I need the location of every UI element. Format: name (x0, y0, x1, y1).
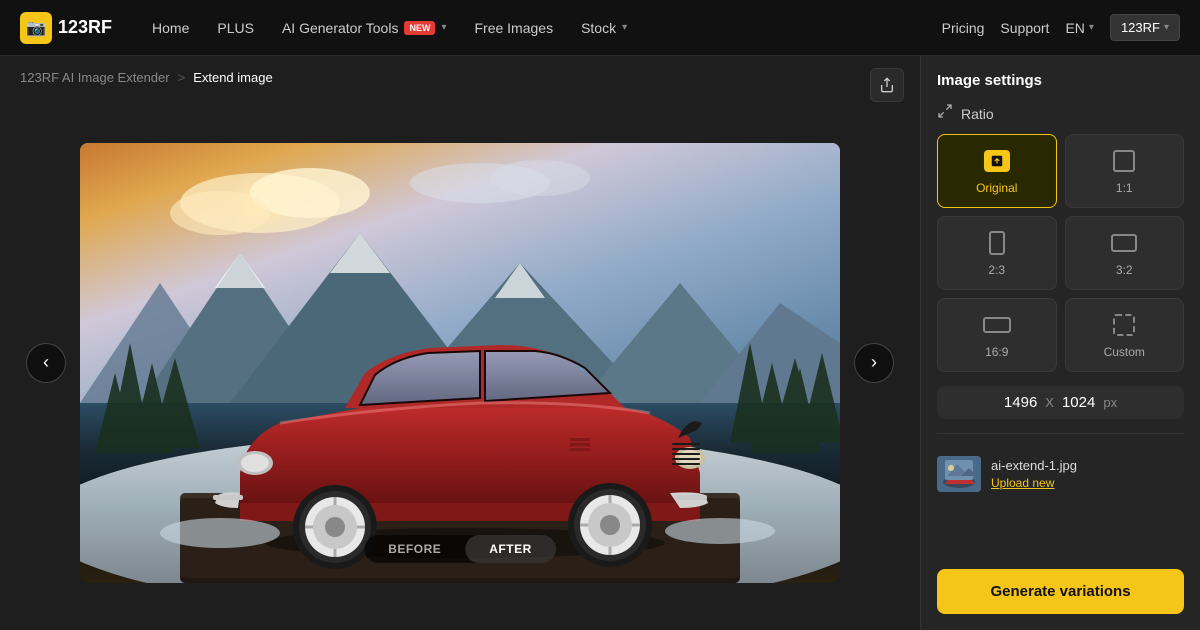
square-ratio-icon (1110, 147, 1138, 175)
nav-item-free-images[interactable]: Free Images (462, 14, 565, 42)
dimension-width: 1496 (1004, 394, 1037, 411)
navbar: 📷 123RF Home PLUS AI Generator Tools NEW… (0, 0, 1200, 56)
next-image-button[interactable]: › (854, 343, 894, 383)
file-thumbnail (937, 456, 981, 492)
breadcrumb-separator: > (178, 70, 186, 85)
ratio-3-2-button[interactable]: 3:2 (1065, 216, 1185, 290)
main-content: 123RF AI Image Extender > Extend image ‹ (0, 56, 1200, 630)
file-info: ai-extend-1.jpg Upload new (937, 448, 1184, 500)
breadcrumb-parent[interactable]: 123RF AI Image Extender (20, 70, 170, 85)
nav-item-home[interactable]: Home (140, 14, 201, 42)
nav-items: Home PLUS AI Generator Tools NEW ▾ Free … (140, 14, 942, 42)
after-button[interactable]: AFTER (465, 535, 556, 563)
car-scene (80, 143, 840, 583)
divider (937, 433, 1184, 434)
portrait-ratio-icon (983, 229, 1011, 257)
dimension-separator: X (1045, 395, 1054, 410)
logo[interactable]: 📷 123RF (20, 12, 112, 44)
ratio-icon (937, 103, 953, 124)
ratio-16-9-button[interactable]: 16:9 (937, 298, 1057, 372)
dimensions-display: 1496 X 1024 px (937, 386, 1184, 419)
nav-right: Pricing Support EN ▾ 123RF ▾ (942, 14, 1180, 41)
nav-language[interactable]: EN ▾ (1065, 20, 1093, 36)
wide-ratio-icon (983, 311, 1011, 339)
dimension-height: 1024 (1062, 394, 1095, 411)
image-display: BEFORE AFTER (80, 143, 840, 583)
ratio-custom-button[interactable]: Custom (1065, 298, 1185, 372)
breadcrumb: 123RF AI Image Extender > Extend image (0, 56, 920, 95)
prev-image-button[interactable]: ‹ (26, 343, 66, 383)
before-button[interactable]: BEFORE (364, 535, 465, 563)
original-icon (983, 147, 1011, 175)
nav-support[interactable]: Support (1000, 20, 1049, 36)
image-area: ‹ (10, 95, 910, 630)
chevron-down-icon-stock: ▾ (622, 22, 627, 33)
user-menu[interactable]: 123RF ▾ (1110, 14, 1180, 41)
ratio-header: Ratio (937, 103, 1184, 124)
chevron-down-icon: ▾ (441, 22, 446, 33)
file-details: ai-extend-1.jpg Upload new (991, 458, 1077, 490)
file-name: ai-extend-1.jpg (991, 458, 1077, 473)
ratio-grid: Original 1:1 2:3 (937, 134, 1184, 372)
ratio-section: Ratio Original (937, 103, 1184, 372)
logo-text: 123RF (58, 17, 112, 38)
ratio-1-1-button[interactable]: 1:1 (1065, 134, 1185, 208)
settings-title: Image settings (937, 72, 1184, 89)
logo-icon: 📷 (20, 12, 52, 44)
custom-ratio-icon (1110, 311, 1138, 339)
ratio-2-3-button[interactable]: 2:3 (937, 216, 1057, 290)
nav-item-ai-tools[interactable]: AI Generator Tools NEW ▾ (270, 14, 459, 42)
nav-item-plus[interactable]: PLUS (205, 14, 266, 42)
nav-pricing[interactable]: Pricing (942, 20, 985, 36)
chevron-down-icon-user: ▾ (1164, 22, 1169, 33)
nav-badge-new: NEW (404, 21, 435, 35)
right-panel: Image settings Ratio (920, 56, 1200, 630)
nav-item-stock[interactable]: Stock ▾ (569, 14, 639, 42)
upload-new-link[interactable]: Upload new (991, 476, 1077, 490)
landscape-ratio-icon (1110, 229, 1138, 257)
chevron-down-icon-lang: ▾ (1089, 22, 1094, 33)
generate-variations-button[interactable]: Generate variations (937, 569, 1184, 614)
dimension-unit: px (1103, 395, 1117, 410)
breadcrumb-current: Extend image (193, 70, 273, 85)
left-panel: 123RF AI Image Extender > Extend image ‹ (0, 56, 920, 630)
before-after-toggle: BEFORE AFTER (364, 535, 556, 563)
ratio-original-button[interactable]: Original (937, 134, 1057, 208)
